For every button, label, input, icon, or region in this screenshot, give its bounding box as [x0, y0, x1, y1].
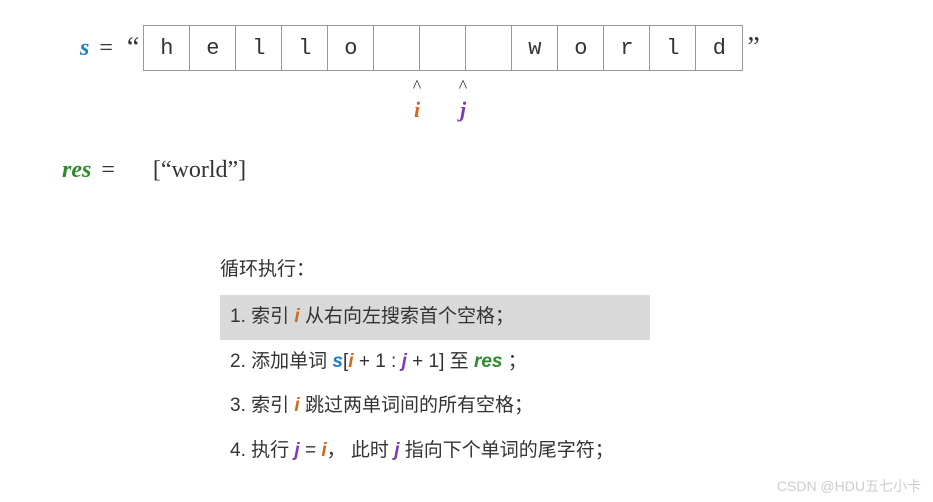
step-text: ， 此时 [327, 440, 395, 461]
char-cells: hello world [143, 25, 743, 71]
result-value: [“world”] [153, 157, 246, 184]
step-text: 从右向左搜索首个空格； [300, 306, 514, 327]
steps-title: 循环执行： [220, 254, 650, 281]
cell-10: r [604, 26, 650, 70]
string-row: s = “ hello world ” [80, 25, 883, 71]
cell-3: l [282, 26, 328, 70]
step-1: 1. 索引 i 从右向左搜索首个空格； [220, 295, 650, 340]
cell-11: l [650, 26, 696, 70]
var-res-ref: res [474, 351, 503, 372]
cell-2: l [236, 26, 282, 70]
step-text: 索引 [246, 306, 295, 327]
watermark: CSDN @HDU五七小卡 [777, 476, 921, 496]
step-text: 添加单词 [246, 351, 333, 372]
cell-9: o [558, 26, 604, 70]
cell-1: e [190, 26, 236, 70]
step-text: + 1] 至 [407, 351, 474, 372]
step-num: 1. [230, 306, 246, 327]
open-quote: “ [127, 32, 139, 64]
step-2: 2. 添加单词 s[i + 1 : j + 1] 至 res ； [220, 340, 650, 385]
step-text: 执行 [246, 440, 295, 461]
pointer-i-label: i [394, 97, 440, 123]
var-res: res [62, 157, 91, 184]
pointer-col-1 [256, 77, 302, 123]
caret-j: ^ [440, 77, 486, 95]
step-text: = [300, 440, 322, 461]
cell-5 [374, 26, 420, 70]
step-text: ； [503, 351, 527, 372]
pointer-row: ^i^j [210, 77, 883, 123]
pointer-col-3 [348, 77, 394, 123]
caret-i: ^ [394, 77, 440, 95]
step-num: 2. [230, 351, 246, 372]
step-num: 4. [230, 440, 246, 461]
var-s-ref: s [332, 351, 343, 372]
step-3: 3. 索引 i 跳过两单词间的所有空格； [220, 384, 650, 429]
step-4: 4. 执行 j = i， 此时 j 指向下个单词的尾字符； [220, 429, 650, 474]
pointer-col-4: ^i [394, 77, 440, 123]
close-quote: ” [747, 32, 759, 64]
cell-0: h [144, 26, 190, 70]
step-text: + 1 : [354, 351, 402, 372]
step-text: 索引 [246, 395, 295, 416]
var-s: s [80, 35, 89, 62]
steps-block: 循环执行： 1. 索引 i 从右向左搜索首个空格；2. 添加单词 s[i + 1… [220, 254, 650, 473]
cell-6 [420, 26, 466, 70]
cell-12: d [696, 26, 742, 70]
equals-sign-2: = [101, 157, 115, 184]
cell-8: w [512, 26, 558, 70]
cell-7 [466, 26, 512, 70]
pointer-col-2 [302, 77, 348, 123]
equals-sign: = [99, 35, 113, 62]
step-text: 跳过两单词间的所有空格； [300, 395, 533, 416]
result-row: res = [“world”] [62, 157, 883, 184]
step-num: 3. [230, 395, 246, 416]
pointer-col-5: ^j [440, 77, 486, 123]
step-text: 指向下个单词的尾字符； [399, 440, 613, 461]
pointer-j-label: j [440, 97, 486, 123]
pointer-col-0 [210, 77, 256, 123]
cell-4: o [328, 26, 374, 70]
